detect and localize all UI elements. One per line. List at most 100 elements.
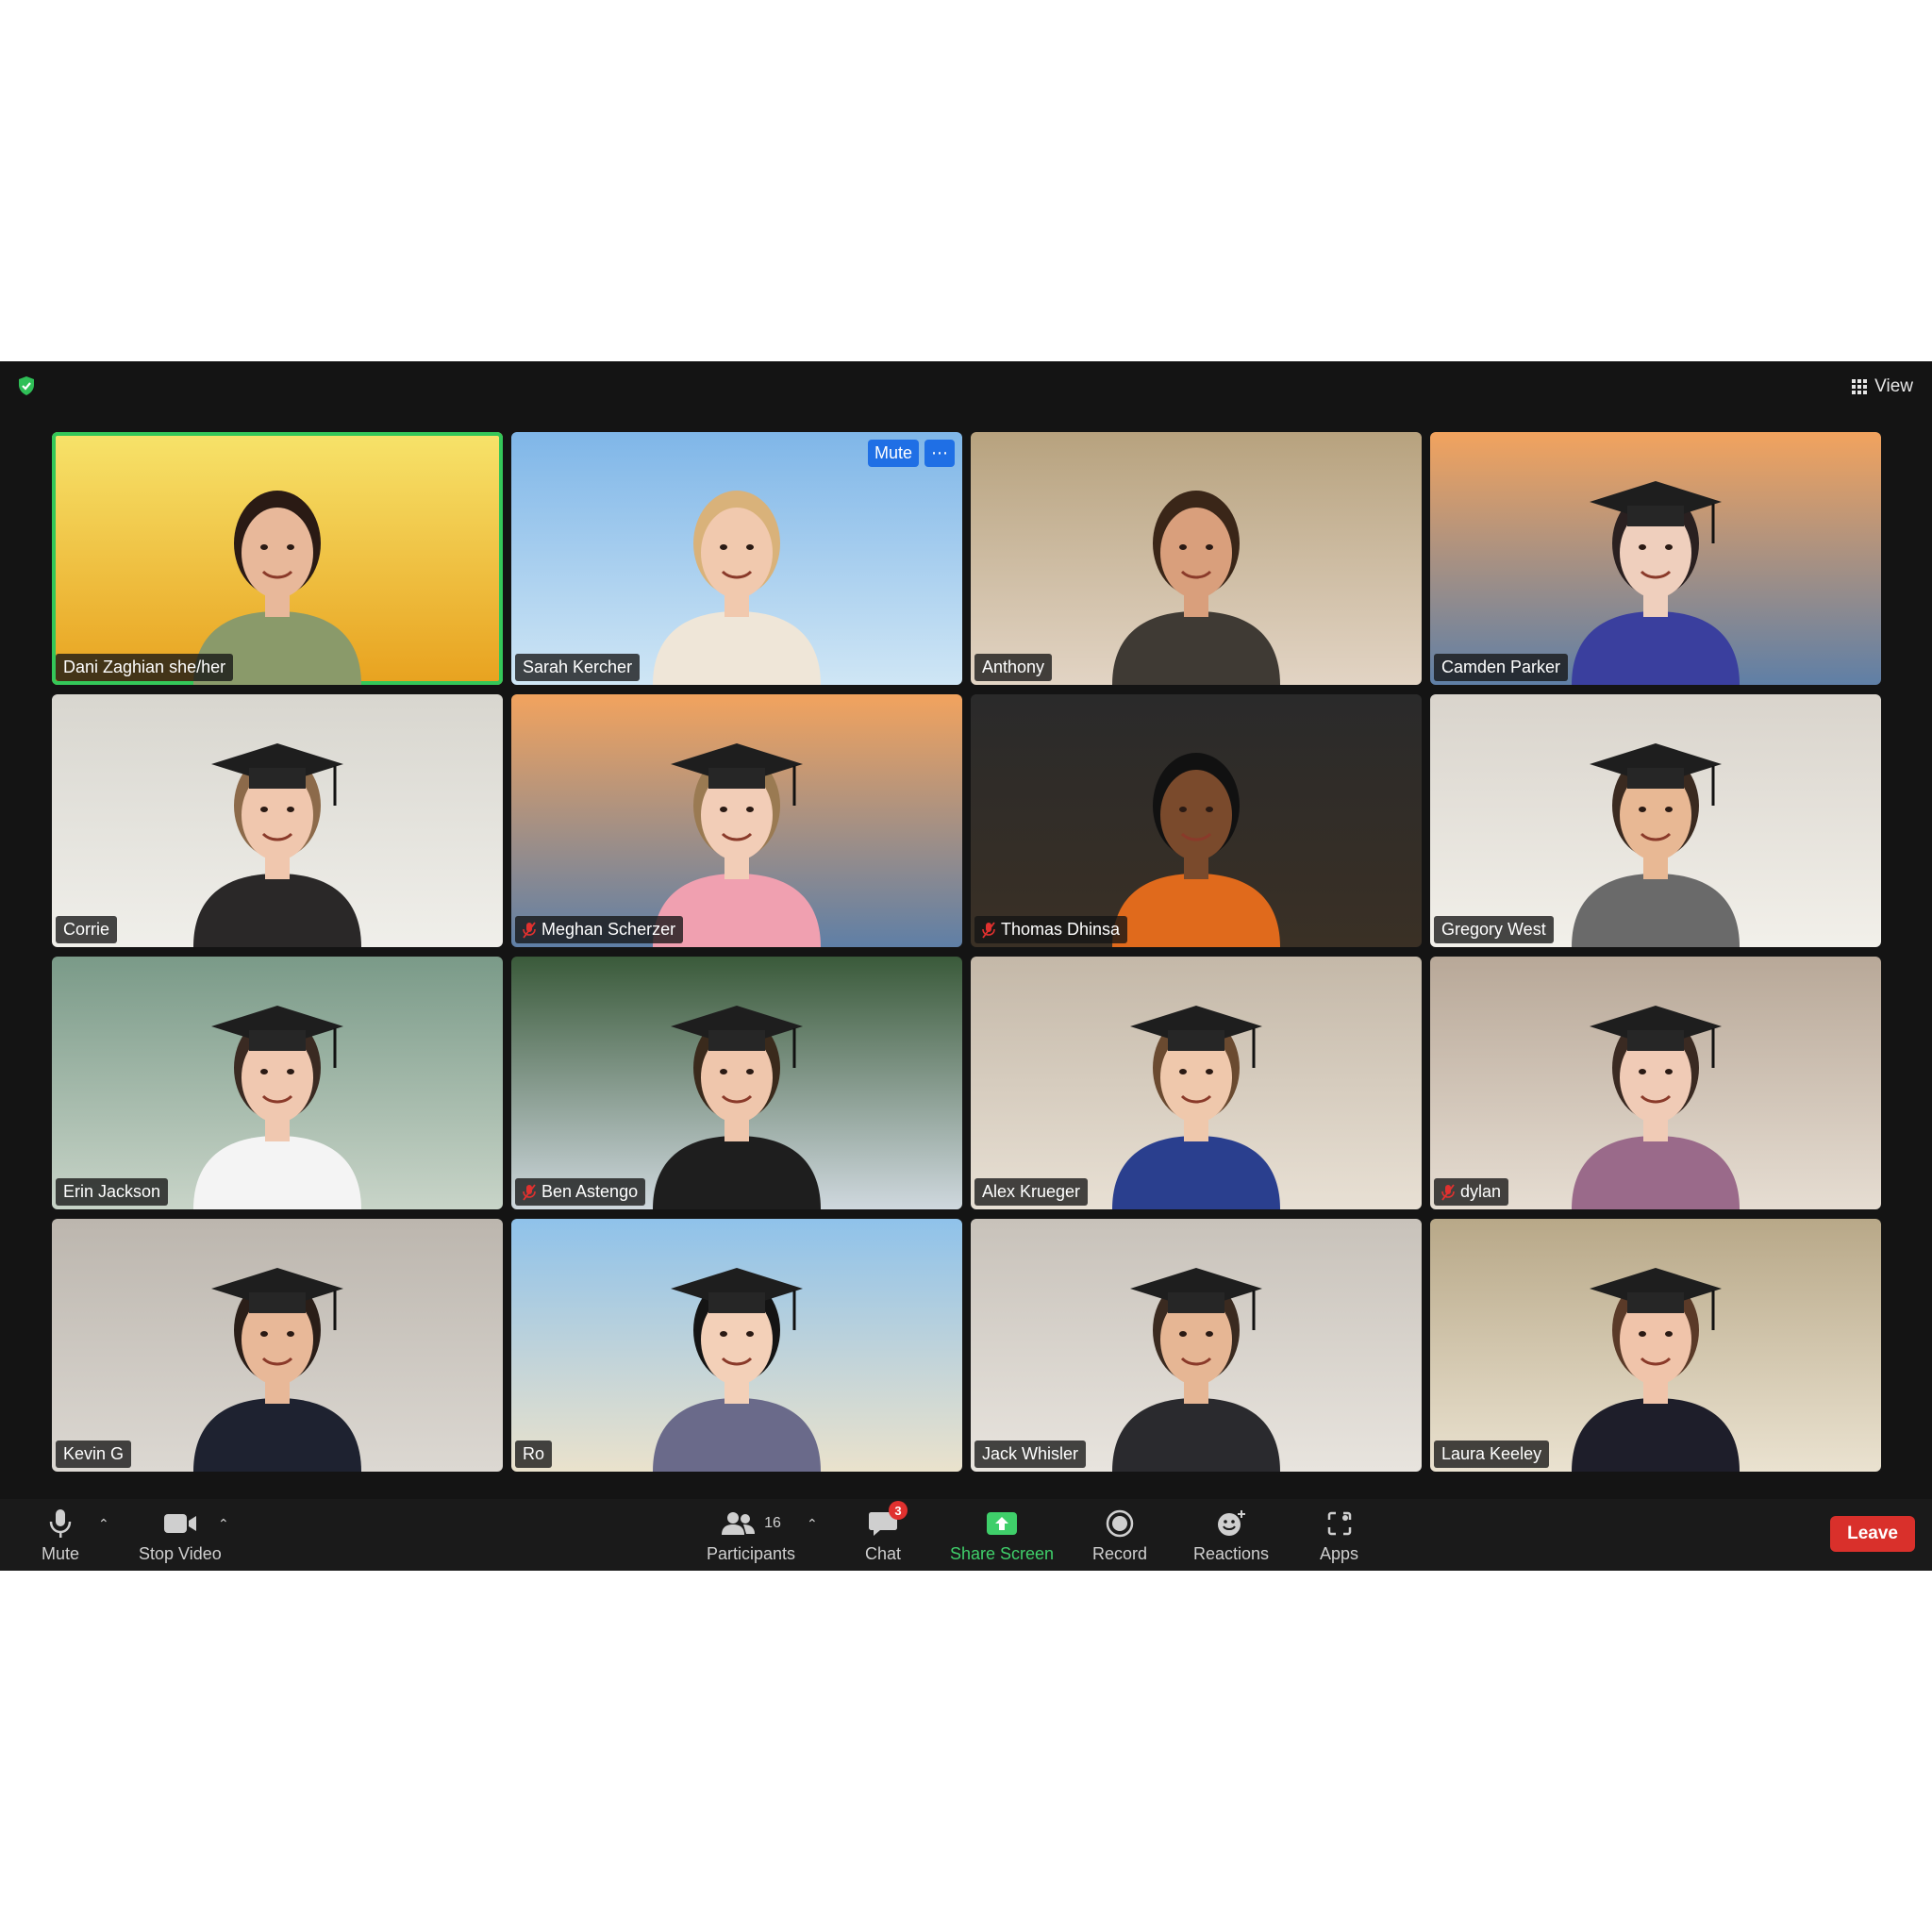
participant-name: Meghan Scherzer (541, 920, 676, 939)
participant-name-tag: Jack Whisler (974, 1441, 1087, 1468)
participant-name-tag: Dani Zaghian she/her (56, 654, 234, 681)
participant-video-tile[interactable]: Kevin G (52, 1219, 503, 1472)
video-gallery: Dani Zaghian she/her Mute ⋯ Sarah Kercher … (52, 432, 1881, 1472)
share-screen-label: Share Screen (950, 1544, 1055, 1563)
participant-name: Jack Whisler (982, 1444, 1079, 1463)
participant-name-tag: Gregory West (1434, 916, 1554, 943)
top-bar: View (0, 361, 1932, 408)
participant-video-feed (1572, 1268, 1740, 1472)
record-icon (1106, 1509, 1134, 1538)
participant-video-feed (1112, 491, 1280, 685)
participant-name-tag: Laura Keeley (1434, 1441, 1550, 1468)
participants-label: Participants (707, 1544, 796, 1563)
participant-video-tile[interactable]: Erin Jackson (52, 957, 503, 1209)
participant-name: Alex Krueger (982, 1182, 1081, 1201)
participant-name-tag: Meghan Scherzer (515, 916, 684, 943)
participant-video-tile[interactable]: Laura Keeley (1430, 1219, 1881, 1472)
participant-name-tag: Thomas Dhinsa (974, 916, 1128, 943)
share-screen-button[interactable]: Share Screen (950, 1507, 1054, 1564)
tile-mute-button[interactable]: Mute (867, 440, 919, 467)
share-screen-icon (987, 1512, 1018, 1535)
participant-video-tile[interactable]: Gregory West (1430, 694, 1881, 947)
participant-name: Dani Zaghian she/her (63, 658, 226, 676)
participant-name: Camden Parker (1441, 658, 1561, 676)
participant-video-feed (193, 491, 361, 685)
apps-button[interactable]: Apps (1320, 1507, 1358, 1564)
audio-options-caret-icon[interactable]: ⌃ (98, 1516, 109, 1532)
participant-name-tag: Corrie (56, 916, 118, 943)
participant-video-tile[interactable]: dylan (1430, 957, 1881, 1209)
participant-video-tile[interactable]: Corrie (52, 694, 503, 947)
record-label: Record (1092, 1544, 1148, 1563)
video-camera-icon (163, 1514, 196, 1533)
reactions-button[interactable]: Reactions (1193, 1507, 1269, 1564)
participant-video-tile[interactable]: Meghan Scherzer (511, 694, 962, 947)
tile-hover-controls: Mute ⋯ (867, 440, 955, 467)
chat-button[interactable]: 3 Chat (865, 1501, 908, 1564)
participants-count: 16 (764, 1515, 781, 1531)
participant-video-tile[interactable]: Ro (511, 1219, 962, 1472)
participant-video-tile[interactable]: Alex Krueger (971, 957, 1422, 1209)
participant-video-tile[interactable]: Ben Astengo (511, 957, 962, 1209)
participant-name-tag: Sarah Kercher (515, 654, 641, 681)
participant-name: Ro (523, 1444, 545, 1463)
stop-video-label: Stop Video (139, 1544, 222, 1563)
participant-name: Corrie (63, 920, 110, 939)
participants-icon (722, 1512, 756, 1535)
reactions-label: Reactions (1193, 1544, 1270, 1563)
participant-video-tile[interactable]: Anthony (971, 432, 1422, 685)
participant-name: Erin Jackson (63, 1182, 161, 1201)
participant-video-feed (1112, 1268, 1280, 1472)
participant-video-feed (1112, 753, 1280, 947)
participant-name: Gregory West (1441, 920, 1546, 939)
chat-label: Chat (865, 1544, 902, 1563)
participant-video-feed (193, 1006, 361, 1209)
meeting-toolbar: Mute ⌃ Stop Video ⌃ 16 Participants ⌃ 3 … (0, 1499, 1932, 1571)
participant-video-tile[interactable]: Jack Whisler (971, 1219, 1422, 1472)
participant-name: Anthony (982, 658, 1045, 676)
participant-video-feed (193, 1268, 361, 1472)
participant-video-feed (653, 743, 821, 947)
chat-unread-badge: 3 (889, 1501, 908, 1520)
tile-more-options-icon[interactable]: ⋯ (924, 440, 955, 467)
record-button[interactable]: Record (1092, 1507, 1147, 1564)
apps-label: Apps (1320, 1544, 1359, 1563)
participant-name-tag: Alex Krueger (974, 1178, 1089, 1206)
participant-video-tile[interactable]: Camden Parker (1430, 432, 1881, 685)
encryption-shield-icon[interactable] (15, 375, 38, 397)
grid-view-icon (1852, 379, 1868, 394)
participant-name-tag: Ben Astengo (515, 1178, 646, 1206)
participant-video-tile[interactable]: Thomas Dhinsa (971, 694, 1422, 947)
participant-video-tile[interactable]: Mute ⋯ Sarah Kercher (511, 432, 962, 685)
microphone-icon (49, 1509, 72, 1538)
participants-button[interactable]: 16 Participants (707, 1507, 795, 1564)
view-button[interactable]: View (1852, 375, 1913, 399)
participant-name: Ben Astengo (541, 1182, 639, 1201)
participants-options-caret-icon[interactable]: ⌃ (807, 1516, 818, 1532)
participant-video-feed (653, 1268, 821, 1472)
video-options-caret-icon[interactable]: ⌃ (218, 1516, 229, 1532)
participant-video-feed (653, 491, 821, 685)
participant-name-tag: Kevin G (56, 1441, 132, 1468)
leave-meeting-button[interactable]: Leave (1830, 1516, 1915, 1552)
zoom-meeting-window: View Dani Zaghian she/her Mute ⋯ Sarah Ker… (0, 361, 1932, 1571)
participant-name-tag: dylan (1434, 1178, 1509, 1206)
view-label: View (1874, 376, 1913, 396)
participant-video-feed (193, 743, 361, 947)
mic-muted-icon (523, 1183, 536, 1201)
participant-name-tag: Anthony (974, 654, 1053, 681)
participant-video-feed (1112, 1006, 1280, 1209)
participant-video-feed (1572, 481, 1740, 685)
participant-name: Laura Keeley (1441, 1444, 1542, 1463)
participant-video-tile[interactable]: Dani Zaghian she/her (52, 432, 503, 685)
participant-name-tag: Camden Parker (1434, 654, 1569, 681)
participant-name: Sarah Kercher (523, 658, 633, 676)
participant-video-feed (1572, 743, 1740, 947)
stop-video-button[interactable]: Stop Video (139, 1507, 222, 1564)
mic-muted-icon (1441, 1183, 1455, 1201)
participant-name-tag: Erin Jackson (56, 1178, 169, 1206)
participant-video-feed (1572, 1006, 1740, 1209)
apps-icon (1327, 1511, 1351, 1536)
participant-name: dylan (1460, 1182, 1502, 1201)
mute-button[interactable]: Mute (42, 1507, 79, 1564)
